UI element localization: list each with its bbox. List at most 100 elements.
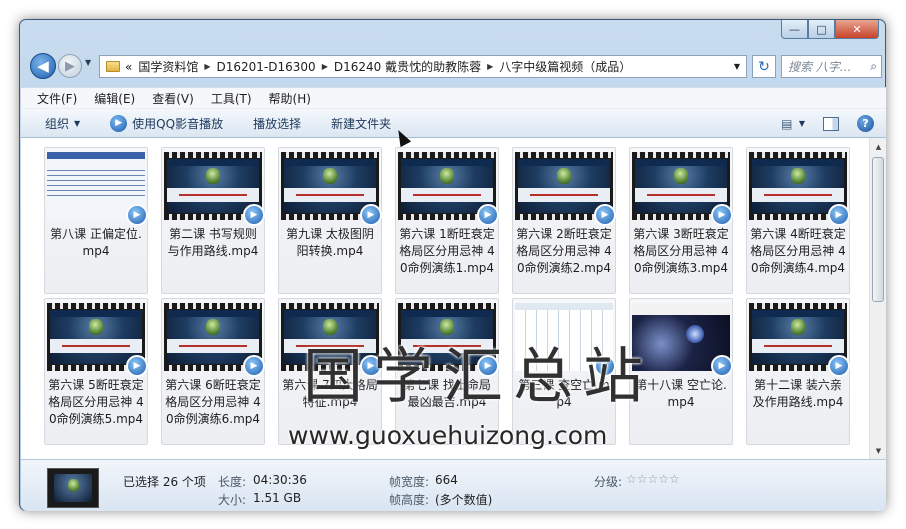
file-name: 第七课 找出命局最凶最吉.mp4 (403, 378, 491, 409)
back-arrow-icon: ◀ (37, 57, 49, 75)
play-with-qq-label: 使用QQ影音播放 (132, 116, 224, 131)
file-item[interactable]: ▶ 第十二课 装六亲及作用路线.mp4 (746, 298, 850, 445)
search-input[interactable]: 搜索 八字... ⌕ (781, 55, 882, 78)
file-name: 第六课 7四大格局特征.mp4 (282, 378, 378, 409)
file-name: 第六课 1断旺衰定格局区分用忌神 40命例演练1.mp4 (399, 227, 495, 275)
organize-button[interactable]: 组织 ▼ (45, 115, 80, 132)
qq-player-icon: ▶ (828, 355, 850, 377)
file-item[interactable]: ▶ 第六课 5断旺衰定格局区分用忌神 40命例演练5.mp4 (44, 298, 148, 445)
rating-label: 分级: (594, 475, 623, 489)
size-value: 1.51 GB (253, 491, 302, 505)
qq-player-icon: ▶ (711, 204, 733, 226)
menu-view[interactable]: 查看(V) (152, 90, 194, 107)
file-item[interactable]: ▶ 第二课 书写规则与作用路线.mp4 (161, 147, 265, 294)
breadcrumb-segment[interactable]: D16240 戴贵忱的助教陈蓉 (334, 58, 481, 75)
file-item[interactable]: ▶ 第六课 4断旺衰定格局区分用忌神 40命例演练4.mp4 (746, 147, 850, 294)
length-label: 长度: (218, 475, 247, 489)
vertical-scrollbar[interactable]: ▲ ▼ (869, 138, 886, 459)
address-dropdown-button[interactable]: ▼ (734, 62, 740, 71)
menu-edit[interactable]: 编辑(E) (94, 90, 135, 107)
file-item[interactable]: ▶ 第六课 6断旺衰定格局区分用忌神 40命例演练6.mp4 (161, 298, 265, 445)
scroll-down-button[interactable]: ▼ (870, 442, 886, 459)
breadcrumb-separator[interactable]: ▶ (204, 62, 210, 71)
folder-icon (106, 61, 120, 72)
file-item[interactable]: ▶ 第六课 7四大格局特征.mp4 (278, 298, 382, 445)
forward-arrow-icon: ▶ (65, 58, 75, 74)
frame-width-label: 帧宽度: (389, 475, 430, 489)
play-selection-button[interactable]: 播放选择 (253, 115, 301, 132)
address-overflow[interactable]: « (125, 60, 132, 74)
breadcrumb-separator[interactable]: ▶ (322, 62, 328, 71)
menu-tools[interactable]: 工具(T) (211, 90, 252, 107)
refresh-icon: ↻ (758, 58, 770, 75)
caption-buttons: — □ ✕ (781, 20, 879, 39)
file-item[interactable]: ▶ 第十八课 空亡论.mp4 (629, 298, 733, 445)
qq-player-icon: ▶ (477, 204, 499, 226)
qq-player-icon: ▶ (477, 355, 499, 377)
back-button[interactable]: ◀ (30, 53, 56, 79)
file-item[interactable]: ▶ 第九课 太极图阴阳转换.mp4 (278, 147, 382, 294)
organize-label: 组织 (45, 116, 70, 131)
menu-help[interactable]: 帮助(H) (269, 90, 311, 107)
star-icon[interactable]: ☆☆☆☆☆ (626, 472, 680, 486)
change-view-icon[interactable]: ▤ (777, 116, 797, 132)
scroll-up-button[interactable]: ▲ (870, 138, 886, 155)
qq-player-icon: ▶ (243, 355, 265, 377)
file-name: 第三课 查空亡.mp4 (518, 378, 610, 409)
breadcrumb-segment[interactable]: 八字中级篇视频（成品） (499, 58, 631, 75)
file-list: ▶ 第八课 正偏定位.mp4 ▶ 第二课 书写规则与作用路线.mp4 ▶ 第九课 太极图阴… (21, 138, 886, 459)
scroll-thumb[interactable] (872, 157, 884, 302)
breadcrumb-segment[interactable]: 国学资料馆 (138, 58, 198, 75)
file-name: 第六课 5断旺衰定格局区分用忌神 40命例演练5.mp4 (48, 378, 144, 426)
qq-player-icon: ▶ (828, 204, 850, 226)
file-item[interactable]: ▶ 第八课 正偏定位.mp4 (44, 147, 148, 294)
file-name: 第六课 2断旺衰定格局区分用忌神 40命例演练2.mp4 (516, 227, 612, 275)
toolbar-right: ▤ ▼ ? (777, 115, 874, 132)
file-item[interactable]: ▶ 第六课 3断旺衰定格局区分用忌神 40命例演练3.mp4 (629, 147, 733, 294)
frame-height-label: 帧高度: (389, 493, 430, 507)
size-label: 大小: (218, 493, 247, 507)
file-name: 第十二课 装六亲及作用路线.mp4 (752, 378, 844, 409)
length-value: 04:30:36 (253, 473, 307, 487)
breadcrumb-segment[interactable]: D16201-D16300 (217, 60, 316, 74)
explorer-window: — □ ✕ ◀ ▶ ▼ « 国学资料馆 ▶ D16201-D16300 ▶ D1… (19, 19, 886, 511)
file-name: 第十八课 空亡论.mp4 (635, 378, 727, 409)
new-folder-button[interactable]: 新建文件夹 (331, 115, 391, 132)
play-with-qq-button[interactable]: ▶ 使用QQ影音播放 (110, 114, 224, 132)
file-name: 第九课 太极图阴阳转换.mp4 (286, 227, 374, 258)
help-icon[interactable]: ? (857, 115, 874, 132)
rating-stars[interactable]: ☆☆☆☆☆ (626, 472, 682, 486)
qq-player-icon: ▶ (126, 204, 148, 226)
file-item[interactable]: ▶ 第六课 2断旺衰定格局区分用忌神 40命例演练2.mp4 (512, 147, 616, 294)
search-icon[interactable]: ⌕ (870, 59, 877, 74)
details-pane: 已选择 26 个项 长度: 04:30:36 大小: 1.51 GB 帧宽度: … (21, 459, 886, 511)
file-name: 第六课 4断旺衰定格局区分用忌神 40命例演练4.mp4 (750, 227, 846, 275)
qq-player-icon: ▶ (126, 355, 148, 377)
address-bar[interactable]: « 国学资料馆 ▶ D16201-D16300 ▶ D16240 戴贵忱的助教陈… (99, 55, 747, 78)
frame-width-value: 664 (435, 473, 458, 487)
breadcrumb-separator[interactable]: ▶ (487, 62, 493, 71)
qq-player-icon: ▶ (360, 355, 382, 377)
file-item[interactable]: ▶ 第七课 找出命局最凶最吉.mp4 (395, 298, 499, 445)
file-name: 第八课 正偏定位.mp4 (50, 227, 142, 258)
qq-player-icon: ▶ (110, 114, 128, 132)
qq-player-icon: ▶ (711, 355, 733, 377)
selection-thumbnail (47, 468, 99, 508)
recent-pages-button[interactable]: ▼ (85, 58, 91, 67)
view-options-dropdown[interactable]: ▼ (799, 119, 805, 128)
preview-pane-icon[interactable] (823, 116, 839, 131)
qq-player-icon: ▶ (594, 355, 616, 377)
close-button[interactable]: ✕ (835, 20, 879, 39)
refresh-button[interactable]: ↻ (752, 55, 776, 78)
navigation-bar: ◀ ▶ ▼ « 国学资料馆 ▶ D16201-D16300 ▶ D16240 戴… (27, 50, 882, 84)
file-item[interactable]: ▶ 第三课 查空亡.mp4 (512, 298, 616, 445)
forward-button[interactable]: ▶ (58, 54, 82, 78)
minimize-button[interactable]: — (781, 20, 808, 39)
file-name: 第六课 3断旺衰定格局区分用忌神 40命例演练3.mp4 (633, 227, 729, 275)
chevron-down-icon: ▼ (74, 118, 81, 128)
menu-file[interactable]: 文件(F) (37, 90, 77, 107)
file-item[interactable]: ▶ 第六课 1断旺衰定格局区分用忌神 40命例演练1.mp4 (395, 147, 499, 294)
maximize-button[interactable]: □ (808, 20, 835, 39)
search-placeholder: 搜索 八字... (788, 60, 852, 74)
frame-height-value: (多个数值) (435, 493, 493, 507)
